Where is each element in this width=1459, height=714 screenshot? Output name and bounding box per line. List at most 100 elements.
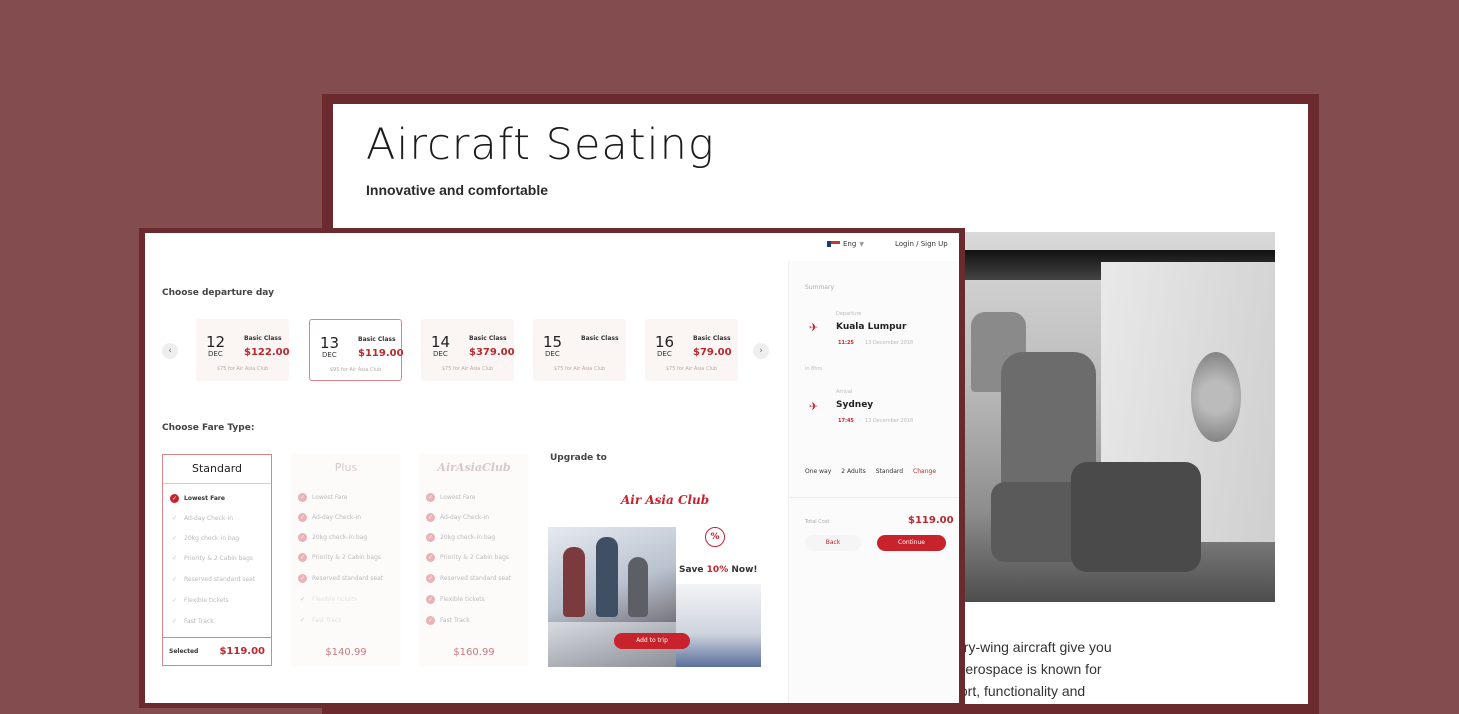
day-class: Basic Class bbox=[244, 335, 282, 342]
fare-feature: ✓ Fast Track bbox=[171, 617, 214, 625]
fare-footer: $160.99 bbox=[419, 638, 529, 666]
day-month: DEC bbox=[322, 351, 337, 359]
day-class: Basic Class bbox=[693, 335, 731, 342]
club-promo-card: Air Asia Club % Save 10% Now! Add to tri… bbox=[548, 479, 761, 667]
day-club-price: $75 for Air Asia Club bbox=[441, 366, 494, 372]
day-price: $379.00 bbox=[469, 347, 515, 358]
fare-feature: ✓ Reserved standard seat bbox=[171, 575, 256, 583]
day-number: 15 bbox=[543, 333, 563, 351]
check-icon: ✓ bbox=[299, 616, 306, 624]
arrival-date: 13 December 2018 bbox=[865, 418, 914, 424]
day-price: $122.00 bbox=[244, 347, 290, 358]
fare-feature: ✓ Lowest Fare bbox=[426, 493, 476, 502]
back-button[interactable]: Back bbox=[805, 535, 861, 551]
arrival-time: 17:45 bbox=[838, 418, 854, 424]
departure-time: 11:25 bbox=[838, 340, 854, 346]
summary-sidebar: Summary ✈ Departure Kuala Lumpur 11:25 1… bbox=[788, 261, 959, 703]
page-subtitle: Innovative and comfortable bbox=[366, 182, 549, 198]
departure-day-label: Choose departure day bbox=[162, 288, 274, 298]
fare-feature: ✓ Ad-day Check-in bbox=[298, 513, 362, 522]
fare-feature: ✓ Flexible tickets bbox=[299, 595, 357, 603]
promo-photo-right bbox=[676, 584, 761, 667]
day-number: 13 bbox=[320, 334, 340, 352]
fare-feature: ✓ Fast Track bbox=[426, 616, 470, 625]
save-text: Save 10% Now! bbox=[679, 565, 758, 575]
day-card[interactable]: 12 DEC Basic Class $122.00 $75 for Air A… bbox=[196, 319, 290, 381]
continue-button[interactable]: Continue bbox=[877, 535, 946, 551]
day-month: DEC bbox=[433, 350, 448, 358]
language-label: Eng bbox=[843, 240, 857, 248]
fare-feature: ✓ 20kg check-in bag bbox=[171, 534, 240, 542]
cabin-seat-armrest bbox=[1071, 462, 1201, 572]
day-class: Basic Class bbox=[469, 335, 507, 342]
us-flag-icon bbox=[827, 241, 840, 247]
fare-feature: ✓ Flexible tickets bbox=[426, 595, 485, 604]
fare-feature: ✓ Lowest Fare bbox=[298, 493, 348, 502]
total-price: $119.00 bbox=[908, 515, 954, 526]
fare-feature: ✓ Fast Track bbox=[299, 616, 342, 624]
check-icon: ✓ bbox=[426, 595, 435, 604]
check-icon: ✓ bbox=[171, 554, 178, 562]
day-number: 12 bbox=[206, 333, 226, 351]
day-class: Basic Class bbox=[581, 335, 619, 342]
fare-feature: ✓ Priority & 2 Cabin bags bbox=[298, 553, 382, 562]
cabin-image bbox=[961, 232, 1275, 602]
plane-arrival-icon: ✈ bbox=[809, 400, 819, 413]
check-icon: ✓ bbox=[171, 575, 178, 583]
fare-footer: Selected $119.00 bbox=[163, 637, 271, 665]
fare-standard[interactable]: Standard ✓ Lowest Fare ✓ Ad-day Check-in ✓… bbox=[162, 454, 272, 666]
arrival-sub: Arrival bbox=[836, 389, 853, 395]
next-day-button[interactable]: › bbox=[753, 343, 769, 359]
day-card-selected[interactable]: 13 DEC Basic Class $119.00 $95 for Air A… bbox=[309, 319, 404, 381]
fare-price: $140.99 bbox=[325, 646, 367, 658]
flight-duration: in 8hrs bbox=[805, 366, 823, 372]
check-icon: ✓ bbox=[426, 533, 435, 542]
prev-day-button[interactable]: ‹ bbox=[162, 343, 178, 359]
day-card[interactable]: 14 DEC Basic Class $379.00 $75 for Air A… bbox=[421, 319, 515, 381]
fare-footer: $140.99 bbox=[291, 638, 401, 666]
day-class: Basic Class bbox=[358, 336, 396, 343]
fare-feature: ✓ Lowest Fare bbox=[170, 494, 225, 503]
day-card[interactable]: 15 DEC Basic Class $75 for Air Asia Club bbox=[533, 319, 626, 381]
day-number: 14 bbox=[431, 333, 451, 351]
check-icon: ✓ bbox=[426, 513, 435, 522]
fare-price: $119.00 bbox=[219, 646, 265, 657]
fare-feature: ✓ Reserved standard seat bbox=[298, 574, 384, 583]
change-link[interactable]: Change bbox=[913, 468, 936, 475]
divider bbox=[789, 497, 959, 498]
fare-plus[interactable]: Plus ✓ Lowest Fare ✓ Ad-day Check-in ✓ 20kg… bbox=[291, 454, 401, 666]
fare-club[interactable]: AirAsiaClub ✓ Lowest Fare ✓ Ad-day Check-i… bbox=[419, 454, 529, 666]
fare-feature: ✓ 20kg check-in bag bbox=[426, 533, 496, 542]
check-icon: ✓ bbox=[426, 616, 435, 625]
check-icon: ✓ bbox=[426, 553, 435, 562]
cabin-window bbox=[1191, 352, 1241, 442]
fare-feature: ✓ 20kg check-in bag bbox=[298, 533, 368, 542]
day-card[interactable]: 16 DEC Basic Class $79.00 $75 for Air As… bbox=[645, 319, 738, 381]
day-price: $79.00 bbox=[693, 347, 732, 358]
upgrade-label: Upgrade to bbox=[550, 453, 607, 463]
departure-sub: Departure bbox=[836, 311, 862, 317]
passengers: 2 Adults bbox=[841, 468, 866, 475]
fare-feature: ✓ Reserved standard seat bbox=[426, 574, 512, 583]
trip-options: One way 2 Adults Standard Change bbox=[805, 468, 936, 475]
check-icon: ✓ bbox=[171, 534, 178, 542]
fare-feature: ✓ Priority & 2 Cabin bags bbox=[426, 553, 510, 562]
check-icon: ✓ bbox=[171, 596, 178, 604]
add-to-trip-button[interactable]: Add to trip bbox=[614, 633, 690, 649]
check-icon: ✓ bbox=[298, 574, 307, 583]
summary-label: Summary bbox=[805, 284, 834, 291]
save-percent: 10% bbox=[706, 565, 729, 575]
booking-app: Eng ▼ Login / Sign Up Choose departure d… bbox=[145, 233, 959, 703]
day-club-price: $75 for Air Asia Club bbox=[553, 366, 606, 372]
day-month: DEC bbox=[545, 350, 560, 358]
fare-price: $160.99 bbox=[453, 646, 495, 658]
check-icon: ✓ bbox=[426, 493, 435, 502]
total-label: Total Cost bbox=[805, 519, 830, 525]
fare-name: Plus bbox=[334, 461, 358, 474]
login-link[interactable]: Login / Sign Up bbox=[895, 240, 948, 248]
fare-type-label: Choose Fare Type: bbox=[162, 423, 255, 433]
chevron-down-icon: ▼ bbox=[859, 240, 864, 248]
language-selector[interactable]: Eng ▼ bbox=[827, 240, 864, 248]
club-logo: Air Asia Club bbox=[621, 493, 710, 507]
day-month: DEC bbox=[208, 350, 223, 358]
